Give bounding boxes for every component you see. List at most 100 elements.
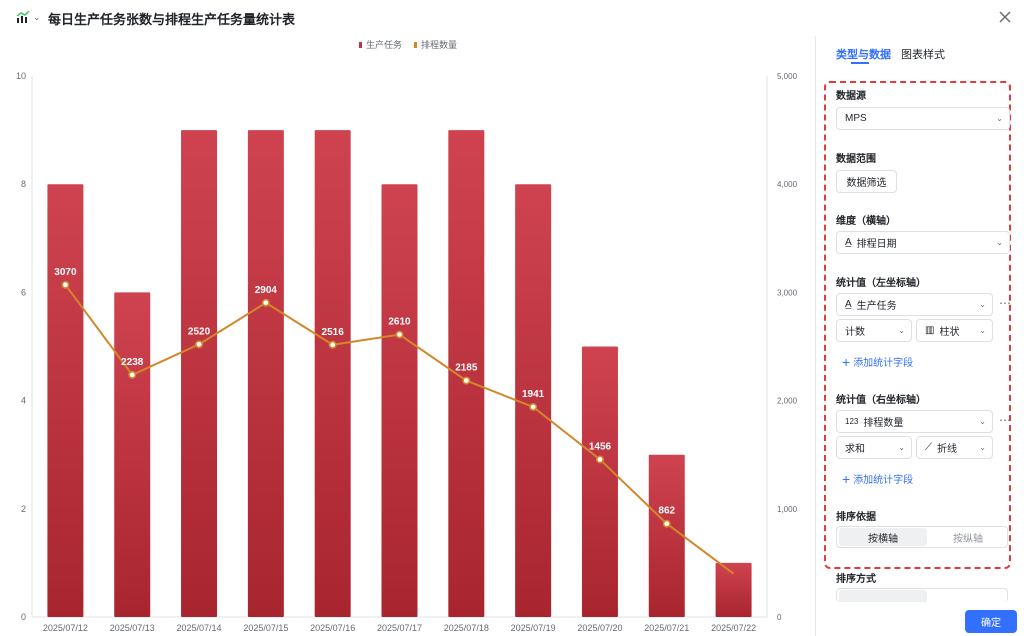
left-chart-type-select[interactable]: ▥ 柱状 ⌄ — [916, 319, 993, 342]
data-filter-button[interactable]: 数据筛选 — [836, 170, 897, 193]
config-panel: 类型与数据 图表样式 数据源 MPS ⌄ 数据范围 数据筛选 维度（横轴） A̲… — [816, 36, 1024, 636]
line-point — [328, 340, 337, 349]
data-label: 2520 — [188, 326, 211, 337]
line-point — [662, 519, 671, 528]
datasource-select[interactable]: MPS ⌄ — [836, 107, 1010, 130]
data-label: 2185 — [455, 363, 478, 374]
add-right-field-link[interactable]: + 添加统计字段 — [842, 470, 914, 487]
chevron-down-icon[interactable]: ⌄ — [33, 12, 41, 23]
more-icon[interactable]: ⋯ — [999, 413, 1011, 427]
data-label: 2904 — [255, 285, 278, 296]
bar — [648, 454, 685, 617]
plus-icon: + — [842, 353, 851, 370]
line-point — [261, 298, 270, 307]
y-right-tick-label: 5,000 — [777, 72, 798, 81]
right-chart-type-select[interactable]: ⟋ 折线 ⌄ — [916, 436, 993, 459]
left-agg-select[interactable]: 计数 ⌄ — [836, 319, 912, 342]
sort-by-x-button[interactable]: 按横轴 — [839, 528, 927, 546]
x-tick-label: 2025/07/16 — [310, 623, 355, 633]
x-tick-label: 2025/07/21 — [644, 623, 689, 633]
line-point — [61, 280, 70, 289]
close-icon[interactable] — [996, 8, 1014, 26]
chevron-down-icon: ⌄ — [898, 326, 905, 335]
right-stat-field-select[interactable]: 123 排程数量 ⌄ — [836, 410, 993, 433]
y-left-tick-label: 10 — [16, 71, 26, 81]
bar — [715, 562, 752, 617]
sort-by-y-button[interactable]: 按纵轴 — [927, 528, 1009, 546]
bar-chart-icon: ▥ — [925, 325, 935, 336]
bar — [381, 184, 418, 617]
sort-method-toggle[interactable] — [836, 588, 1008, 602]
y-right-tick-label: 1,000 — [777, 505, 798, 514]
bar — [314, 130, 351, 617]
dimension-select[interactable]: A̲ 排程日期 ⌄ — [836, 231, 1010, 254]
datasource-value: MPS — [845, 113, 867, 124]
left-stat-label: 统计值（左坐标轴） — [836, 278, 926, 289]
data-label: 1456 — [589, 441, 612, 452]
add-left-field-label: 添加统计字段 — [853, 358, 914, 369]
x-tick-label: 2025/07/17 — [377, 623, 422, 633]
legend-label-bar: 生产任务 — [366, 39, 402, 50]
chevron-down-icon: ⌄ — [979, 326, 986, 335]
x-tick-label: 2025/07/19 — [511, 623, 556, 633]
y-right-tick-label: 2,000 — [777, 397, 798, 406]
chart-icon[interactable] — [16, 11, 30, 23]
line-point — [128, 370, 137, 379]
line-chart-icon: ⟋ — [925, 442, 932, 453]
tab-type-data[interactable]: 类型与数据 — [836, 46, 891, 62]
chevron-down-icon: ⌄ — [996, 114, 1003, 123]
x-tick-label: 2025/07/22 — [711, 623, 756, 633]
add-right-field-label: 添加统计字段 — [853, 475, 914, 486]
data-label: 2516 — [322, 327, 345, 338]
dimension-label: 维度（横轴） — [836, 216, 896, 227]
x-tick-label: 2025/07/18 — [444, 623, 489, 633]
header: ⌄ 每日生产任务张数与排程生产任务量统计表 — [0, 0, 1024, 36]
right-agg-select[interactable]: 求和 ⌄ — [836, 436, 912, 459]
chart-area: 生产任务 排程数量 0 2 4 6 8 10 0 1,000 2,000 3,000 4,000 5,00… — [0, 36, 815, 636]
line-point — [529, 402, 538, 411]
page-title: 每日生产任务张数与排程生产任务量统计表 — [48, 12, 296, 27]
text-field-icon: A̲ — [845, 299, 852, 310]
more-icon[interactable]: ⋯ — [999, 296, 1011, 310]
add-left-field-link[interactable]: + 添加统计字段 — [842, 353, 914, 370]
sort-basis-label: 排序依据 — [836, 512, 876, 523]
left-stat-field-select[interactable]: A̲ 生产任务 ⌄ — [836, 293, 993, 316]
y-right-tick-label: 4,000 — [777, 180, 798, 189]
left-agg-value: 计数 — [845, 327, 865, 338]
right-chart-type: 折线 — [937, 444, 957, 455]
bar — [515, 184, 552, 617]
chevron-down-icon: ⌄ — [979, 417, 986, 426]
right-agg-value: 求和 — [845, 444, 865, 455]
bar — [247, 130, 284, 617]
y-left-tick-label: 0 — [21, 612, 26, 622]
bar — [114, 292, 151, 617]
bar — [581, 346, 618, 617]
datasource-label: 数据源 — [836, 91, 866, 102]
y-right-tick-label: 3,000 — [777, 288, 798, 297]
line-point — [195, 340, 204, 349]
plus-icon: + — [842, 470, 851, 487]
sort-method-option[interactable] — [839, 590, 927, 602]
sort-method-label: 排序方式 — [836, 574, 876, 585]
legend-swatch-bar — [359, 42, 362, 48]
confirm-button[interactable]: 确定 — [965, 610, 1017, 633]
data-label: 2610 — [388, 317, 411, 328]
bar — [181, 130, 218, 617]
chevron-down-icon: ⌄ — [996, 238, 1003, 247]
line-point — [395, 330, 404, 339]
legend-swatch-line — [414, 42, 417, 48]
line-point — [595, 455, 604, 464]
tab-chart-style[interactable]: 图表样式 — [901, 46, 945, 62]
x-tick-label: 2025/07/14 — [177, 623, 222, 633]
right-stat-field: 排程数量 — [863, 418, 904, 429]
data-label: 3070 — [54, 267, 77, 278]
y-left-tick-label: 8 — [21, 179, 26, 189]
tab-underline — [851, 62, 869, 64]
chevron-down-icon: ⌄ — [979, 443, 986, 452]
data-label: 1941 — [522, 389, 545, 400]
bar — [47, 184, 84, 617]
left-chart-type: 柱状 — [939, 327, 960, 338]
combo-chart: 生产任务 排程数量 0 2 4 6 8 10 0 1,000 2,000 3,000 4,000 5,00… — [16, 39, 798, 633]
y-left-tick-label: 4 — [21, 396, 26, 406]
x-tick-label: 2025/07/15 — [243, 623, 288, 633]
